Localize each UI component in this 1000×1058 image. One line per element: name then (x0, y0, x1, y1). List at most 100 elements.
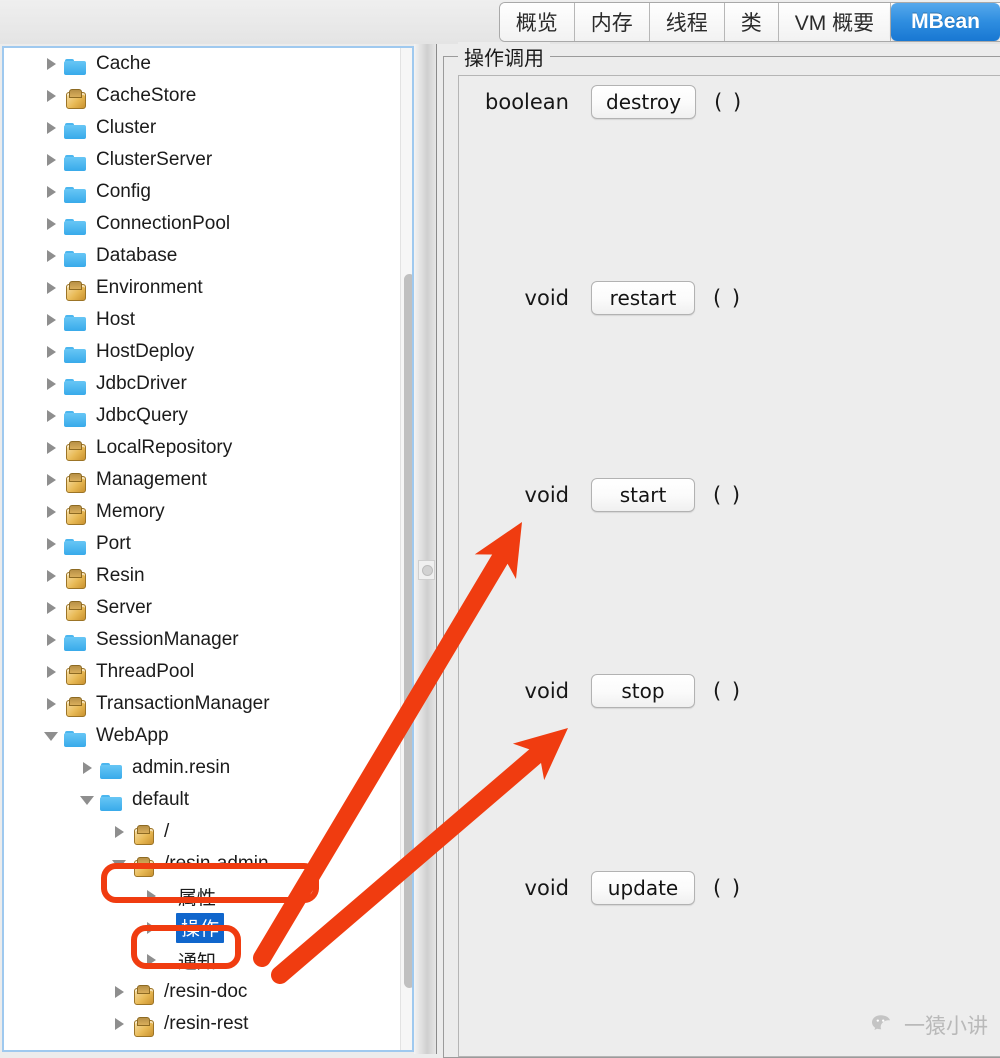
mbean-icon (62, 560, 90, 592)
chevron-right-icon[interactable] (76, 752, 98, 784)
folder-icon (62, 720, 90, 752)
tree-node[interactable]: Resin (4, 560, 404, 592)
chevron-right-icon[interactable] (108, 976, 130, 1008)
tree-node[interactable]: WebApp (4, 720, 404, 752)
tab-overview[interactable]: 概览 (499, 3, 575, 41)
tree-node[interactable]: Environment (4, 272, 404, 304)
tree-node[interactable]: Cache (4, 48, 404, 80)
chevron-down-icon[interactable] (76, 784, 98, 816)
chevron-down-icon[interactable] (108, 848, 130, 880)
tree-node-label: 操作 (176, 913, 225, 943)
tree-node-label: Database (96, 245, 178, 266)
tree-node[interactable]: Cluster (4, 112, 404, 144)
operation-row: void update ( ) (459, 868, 1000, 908)
chevron-right-icon[interactable] (40, 496, 62, 528)
chevron-right-icon[interactable] (108, 1008, 130, 1040)
tree-node[interactable]: Database (4, 240, 404, 272)
operation-arguments: ( ) (713, 286, 743, 310)
chevron-right-icon[interactable] (40, 48, 62, 80)
tab-classes[interactable]: 类 (724, 3, 779, 41)
chevron-right-icon[interactable] (40, 688, 62, 720)
tree-node[interactable]: /resin-doc (4, 976, 404, 1008)
tree-node[interactable]: 属性 (4, 880, 404, 912)
tab-memory[interactable]: 内存 (574, 3, 650, 41)
chevron-right-icon[interactable] (40, 272, 62, 304)
chevron-right-icon[interactable] (40, 624, 62, 656)
chevron-right-icon[interactable] (40, 144, 62, 176)
chevron-right-icon[interactable] (40, 304, 62, 336)
tab-mbean[interactable]: MBean (891, 3, 1000, 41)
operation-row: void restart ( ) (459, 278, 1000, 318)
chevron-right-icon[interactable] (40, 656, 62, 688)
chevron-right-icon[interactable] (140, 944, 162, 976)
mbean-tree[interactable]: Cache CacheStore Cluster ClusterServer Confi… (4, 48, 404, 1050)
tree-node[interactable]: admin.resin (4, 752, 404, 784)
mbean-icon (130, 976, 158, 1008)
tree-node-label: Management (96, 469, 207, 490)
tree-node-label: default (132, 789, 190, 810)
tab-threads[interactable]: 线程 (649, 3, 725, 41)
tab-vm-summary[interactable]: VM 概要 (778, 3, 892, 41)
split-divider-handle[interactable] (418, 560, 435, 580)
tree-node[interactable]: /resin-rest (4, 1008, 404, 1040)
tree-node[interactable]: Management (4, 464, 404, 496)
chevron-right-icon[interactable] (40, 336, 62, 368)
tree-node[interactable]: 操作 (4, 912, 404, 944)
chevron-right-icon[interactable] (40, 528, 62, 560)
tree-scrollbar-thumb[interactable] (404, 274, 412, 988)
chevron-right-icon[interactable] (40, 432, 62, 464)
chevron-right-icon[interactable] (140, 880, 162, 912)
tree-node[interactable]: Server (4, 592, 404, 624)
chevron-right-icon[interactable] (40, 560, 62, 592)
tree-node[interactable]: LocalRepository (4, 432, 404, 464)
split-divider[interactable] (414, 44, 437, 1054)
tree-node-label: WebApp (96, 725, 169, 746)
folder-icon (62, 368, 90, 400)
folder-icon (62, 336, 90, 368)
tree-node[interactable]: TransactionManager (4, 688, 404, 720)
tree-node[interactable]: HostDeploy (4, 336, 404, 368)
chevron-right-icon[interactable] (40, 240, 62, 272)
tree-node[interactable]: Memory (4, 496, 404, 528)
mbean-tree-panel: Cache CacheStore Cluster ClusterServer Confi… (2, 46, 414, 1052)
tree-node[interactable]: default (4, 784, 404, 816)
tree-node[interactable]: JdbcQuery (4, 400, 404, 432)
operation-button-destroy[interactable]: destroy (591, 85, 697, 119)
chevron-down-icon[interactable] (40, 720, 62, 752)
chevron-right-icon[interactable] (40, 464, 62, 496)
tree-node[interactable]: CacheStore (4, 80, 404, 112)
chevron-right-icon[interactable] (40, 176, 62, 208)
operation-arguments: ( ) (713, 876, 743, 900)
tree-node[interactable]: 通知 (4, 944, 404, 976)
tree-node[interactable]: ConnectionPool (4, 208, 404, 240)
tree-node[interactable]: Host (4, 304, 404, 336)
chevron-right-icon[interactable] (40, 368, 62, 400)
chevron-right-icon[interactable] (40, 80, 62, 112)
chevron-right-icon[interactable] (40, 592, 62, 624)
tree-node-label: /resin-admin (164, 853, 269, 874)
chevron-right-icon[interactable] (40, 400, 62, 432)
tree-node-label: Host (96, 309, 136, 330)
tree-node-label: JdbcQuery (96, 405, 188, 426)
tree-vertical-scrollbar[interactable] (400, 48, 412, 1050)
tree-node-label: Cluster (96, 117, 157, 138)
chevron-right-icon[interactable] (108, 816, 130, 848)
tree-node[interactable]: ClusterServer (4, 144, 404, 176)
tree-node[interactable]: /resin-admin (4, 848, 404, 880)
operation-button-update[interactable]: update (591, 871, 695, 905)
tree-node-label: ClusterServer (96, 149, 213, 170)
operation-arguments: ( ) (713, 679, 743, 703)
tree-node[interactable]: JdbcDriver (4, 368, 404, 400)
operation-button-stop[interactable]: stop (591, 674, 695, 708)
tree-node[interactable]: Port (4, 528, 404, 560)
tree-node[interactable]: SessionManager (4, 624, 404, 656)
operation-button-start[interactable]: start (591, 478, 695, 512)
tree-node[interactable]: ThreadPool (4, 656, 404, 688)
operation-button-restart[interactable]: restart (591, 281, 695, 315)
chevron-right-icon[interactable] (40, 112, 62, 144)
tree-node[interactable]: / (4, 816, 404, 848)
operation-return-type: boolean (485, 90, 569, 114)
tree-node[interactable]: Config (4, 176, 404, 208)
chevron-right-icon[interactable] (40, 208, 62, 240)
chevron-right-icon[interactable] (140, 912, 162, 944)
